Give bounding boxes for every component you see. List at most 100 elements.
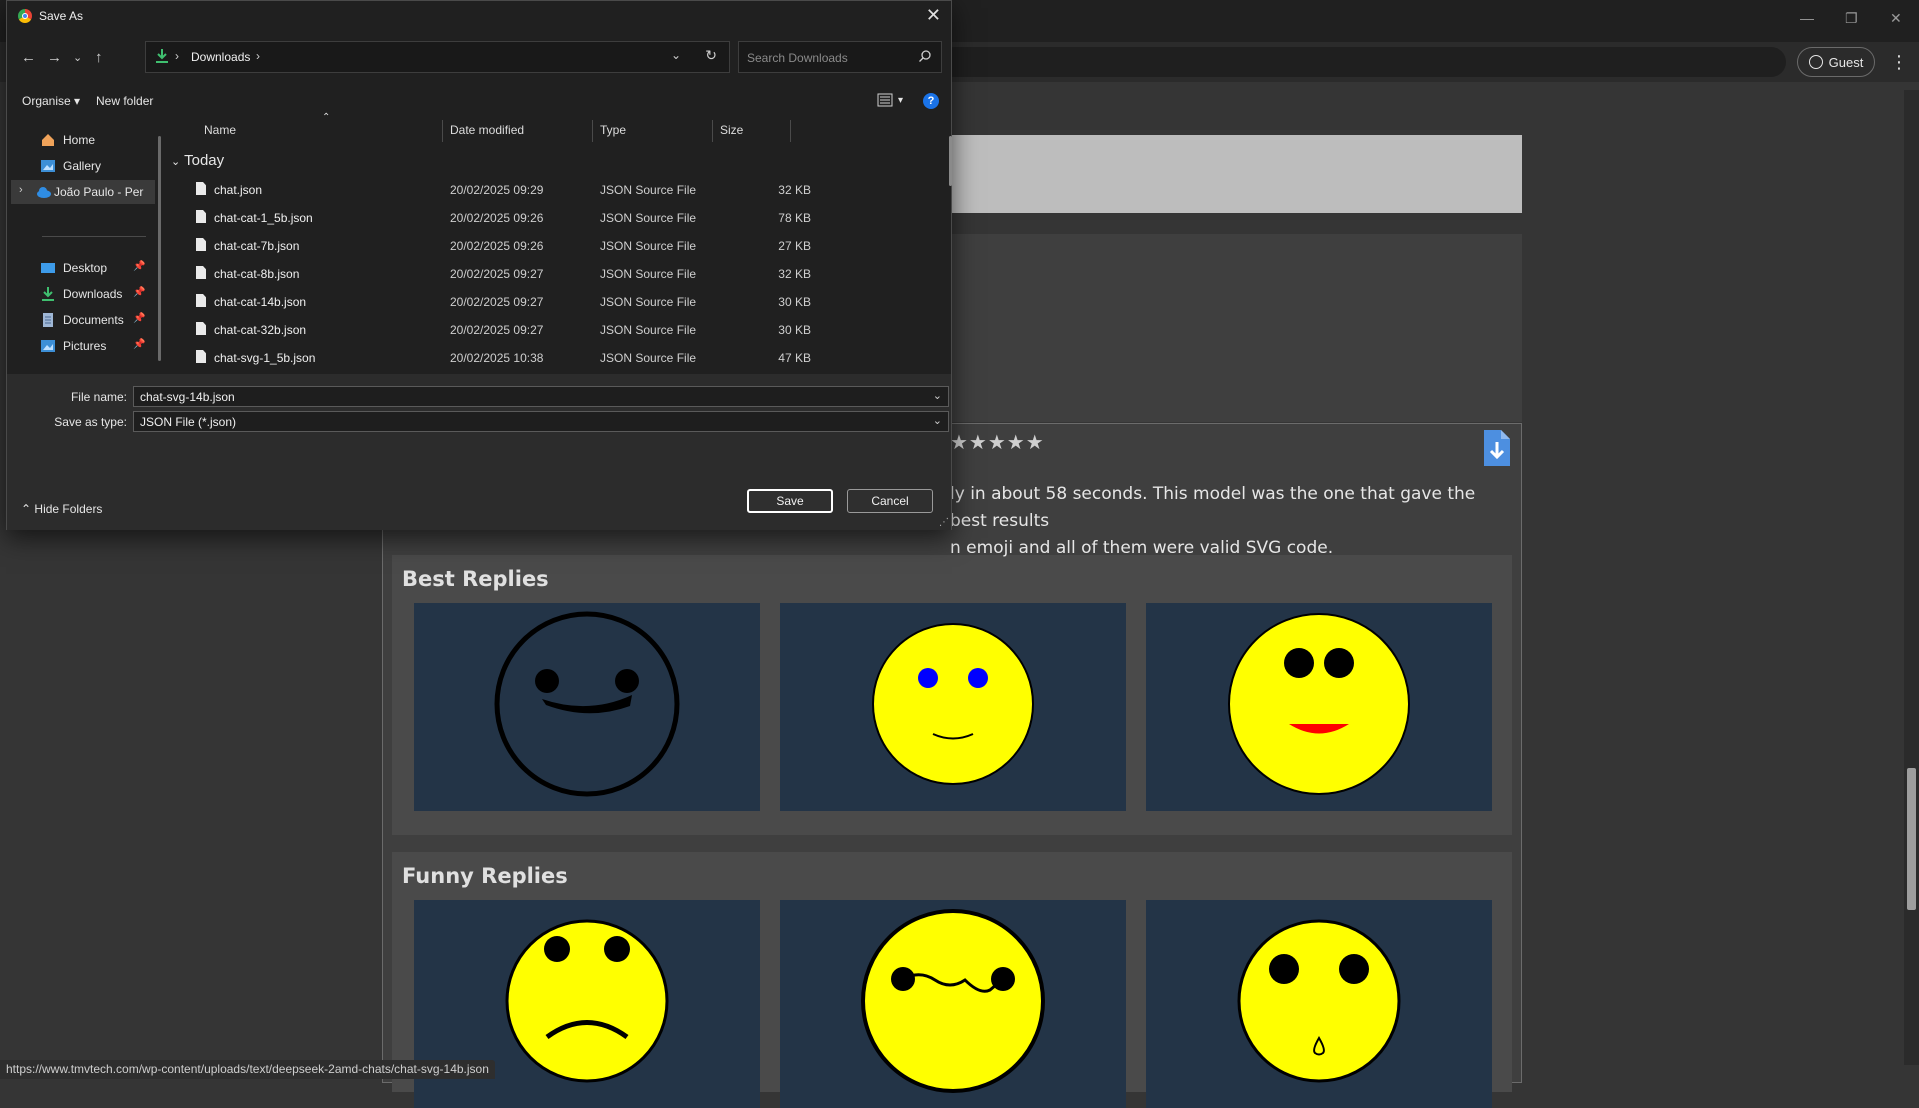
file-size: 30 KB: [778, 323, 811, 337]
page-banner: [950, 135, 1522, 213]
menu-kebab-icon[interactable]: ⋮: [1890, 52, 1908, 72]
save-type-select[interactable]: JSON File (*.json) ⌄: [133, 411, 949, 432]
view-dropdown-icon[interactable]: ▾: [898, 95, 903, 106]
new-folder-button[interactable]: New folder: [96, 94, 153, 108]
search-input[interactable]: Search Downloads: [738, 41, 942, 73]
file-row[interactable]: chat-svg-1_5b.json 20/02/2025 10:38 JSON…: [167, 346, 811, 368]
column-divider[interactable]: [592, 120, 593, 142]
nav-item-label: Downloads: [63, 287, 123, 301]
guest-profile-button[interactable]: Guest: [1797, 47, 1875, 77]
nav-scrollbar[interactable]: [158, 136, 161, 361]
breadcrumb-chevron-icon[interactable]: ›: [256, 49, 260, 63]
hide-folders-toggle[interactable]: ⌃ Hide Folders: [21, 502, 102, 516]
resize-grip-icon[interactable]: ⋰: [939, 517, 949, 528]
up-arrow-icon[interactable]: ↑: [95, 49, 103, 66]
collapse-chevron-icon: ⌄: [171, 156, 181, 168]
funny-replies-section: Funny Replies: [392, 852, 1512, 1108]
search-icon[interactable]: [919, 50, 931, 62]
file-row[interactable]: chat-cat-8b.json 20/02/2025 09:27 JSON S…: [167, 262, 811, 284]
pin-icon[interactable]: 📌: [133, 339, 145, 350]
column-header-name[interactable]: Name: [204, 123, 236, 137]
emoji-surprised-face: [1237, 919, 1401, 1083]
nav-item-documents[interactable]: Documents 📌: [7, 308, 155, 332]
expand-chevron-icon[interactable]: ›: [19, 184, 23, 196]
best-replies-title: Best Replies: [402, 567, 549, 591]
file-icon: [196, 238, 206, 251]
emoji-tile: [414, 603, 760, 811]
nav-item-pictures[interactable]: Pictures 📌: [7, 334, 155, 358]
file-row[interactable]: chat-cat-1_5b.json 20/02/2025 09:26 JSON…: [167, 206, 811, 228]
emoji-tile: [1146, 900, 1492, 1108]
pin-icon[interactable]: 📌: [133, 313, 145, 324]
organise-menu[interactable]: Organise ▾: [22, 94, 80, 108]
file-row[interactable]: chat-cat-32b.json 20/02/2025 09:27 JSON …: [167, 318, 811, 340]
onedrive-cloud-icon: [37, 187, 51, 198]
column-header-type[interactable]: Type: [600, 123, 626, 137]
file-name-label: File name:: [70, 390, 127, 404]
breadcrumb-downloads[interactable]: Downloads: [191, 50, 250, 64]
restore-icon[interactable]: ❐: [1845, 10, 1858, 27]
nav-item-label: João Paulo - Per: [54, 185, 144, 199]
chrome-app-icon: [18, 9, 32, 23]
command-bar: Organise ▾ New folder ▾ ?: [7, 89, 951, 113]
save-button[interactable]: Save: [747, 489, 833, 513]
best-replies-section: Best Replies: [392, 555, 1512, 835]
close-icon[interactable]: ✕: [926, 5, 941, 26]
group-header-today[interactable]: ⌄ Today: [171, 152, 224, 169]
column-divider[interactable]: [442, 120, 443, 142]
minimize-icon[interactable]: —: [1800, 10, 1814, 26]
download-file-icon[interactable]: [1482, 430, 1510, 466]
file-date: 20/02/2025 09:26: [450, 211, 544, 225]
desktop-icon: [41, 263, 55, 273]
pin-icon[interactable]: 📌: [133, 261, 145, 272]
dialog-titlebar[interactable]: Save As ✕: [7, 1, 951, 31]
documents-icon: [43, 313, 53, 327]
emoji-red-smile-face: [1228, 613, 1410, 795]
close-window-icon[interactable]: ✕: [1890, 10, 1902, 27]
address-breadcrumb[interactable]: › Downloads › ⌄ ↻: [145, 41, 730, 73]
file-row[interactable]: chat.json 20/02/2025 09:29 JSON Source F…: [167, 178, 811, 200]
file-icon: [196, 182, 206, 195]
group-label: Today: [184, 152, 225, 169]
address-dropdown-icon[interactable]: ⌄: [671, 48, 681, 62]
home-icon: [42, 134, 54, 146]
nav-item-gallery[interactable]: Gallery: [7, 154, 155, 178]
view-options-icon[interactable]: [877, 93, 893, 107]
nav-item-label: Desktop: [63, 261, 108, 275]
page-scrollbar-thumb[interactable]: [1907, 768, 1916, 910]
file-list-scrollbar[interactable]: [949, 136, 952, 186]
file-size: 30 KB: [778, 295, 811, 309]
refresh-icon[interactable]: ↻: [705, 47, 717, 64]
nav-item-label: Documents: [63, 313, 124, 327]
breadcrumb-chevron-icon: ›: [175, 49, 179, 63]
column-header-size[interactable]: Size: [720, 123, 743, 137]
file-name-field[interactable]: chat-svg-14b.json ⌄: [133, 386, 949, 407]
nav-item-home[interactable]: Home: [7, 128, 155, 152]
address-bar[interactable]: [940, 47, 1786, 77]
nav-item-label: Gallery: [63, 159, 102, 173]
file-icon: [196, 294, 206, 307]
recent-locations-chevron-icon[interactable]: ⌄: [73, 51, 82, 64]
cancel-button[interactable]: Cancel: [847, 489, 933, 513]
file-name: chat-cat-32b.json: [214, 323, 307, 337]
forward-arrow-icon[interactable]: →: [47, 49, 62, 66]
dialog-title: Save As: [39, 9, 84, 23]
help-icon[interactable]: ?: [923, 93, 939, 109]
file-size: 32 KB: [778, 267, 811, 281]
nav-item-onedrive[interactable]: › João Paulo - Per: [11, 180, 155, 204]
nav-item-downloads[interactable]: Downloads 📌: [7, 282, 155, 306]
chevron-down-icon[interactable]: ⌄: [933, 414, 942, 427]
pin-icon[interactable]: 📌: [133, 287, 145, 298]
page-scrollbar[interactable]: [1904, 90, 1919, 1065]
nav-item-desktop[interactable]: Desktop 📌: [7, 256, 155, 280]
file-row[interactable]: chat-cat-7b.json 20/02/2025 09:26 JSON S…: [167, 234, 811, 256]
column-header-date[interactable]: Date modified: [450, 123, 524, 137]
chevron-down-icon[interactable]: ⌄: [933, 389, 942, 402]
column-divider[interactable]: [790, 120, 791, 142]
file-row[interactable]: chat-cat-14b.json 20/02/2025 09:27 JSON …: [167, 290, 811, 312]
file-type: JSON Source File: [600, 183, 697, 197]
column-divider[interactable]: [712, 120, 713, 142]
file-list: Name ⌃ Date modified Type Size ⌄ Today c…: [167, 112, 949, 374]
back-arrow-icon[interactable]: ←: [21, 49, 36, 66]
file-type: JSON Source File: [600, 351, 697, 365]
